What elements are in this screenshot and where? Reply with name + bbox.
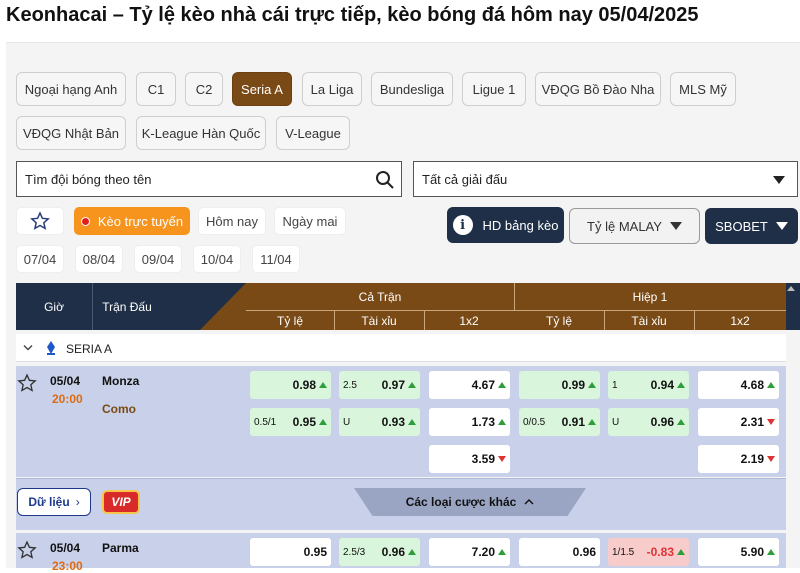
col-h1-handicap: Tỷ lệ <box>545 313 572 328</box>
odds-format-select[interactable]: Tỷ lệ MALAY <box>569 208 700 244</box>
match-date: 05/04 <box>50 541 81 555</box>
odds-cell[interactable]: 1 0.94 <box>608 371 689 399</box>
col-ft-over-under: Tài xỉu <box>361 313 397 328</box>
league-tab-seria-a[interactable]: Seria A <box>232 72 292 106</box>
league-tab-mls-my[interactable]: MLS Mỹ <box>670 72 736 106</box>
league-tab-vdqg-bo-dao-nha[interactable]: VĐQG Bồ Đào Nha <box>535 72 661 106</box>
caret-down-icon <box>669 222 682 230</box>
odds-cell[interactable]: 0/0.5 0.91 <box>519 408 600 436</box>
col-ft-1x2: 1x2 <box>459 313 479 328</box>
chevron-down-icon <box>773 176 785 184</box>
home-team: Monza <box>102 374 140 388</box>
odds-cell[interactable]: U 0.96 <box>608 408 689 436</box>
info-icon: i <box>452 215 473 235</box>
league-group-row[interactable] <box>16 334 786 362</box>
live-dot-icon <box>80 216 90 226</box>
tomorrow-filter[interactable]: Ngày mai <box>274 207 346 235</box>
date-tab[interactable]: 09/04 <box>134 245 182 273</box>
chevron-right-icon: › <box>75 495 80 509</box>
more-bets-label: Các loại cược khác <box>405 495 517 509</box>
odds-cell[interactable]: 1/1.5 -0.83 <box>608 538 689 566</box>
odds-cell[interactable]: 0.5/1 0.95 <box>250 408 331 436</box>
date-tab[interactable]: 11/04 <box>252 245 300 273</box>
league-tab-ngoai-hang-anh[interactable]: Ngoại hạng Anh <box>16 72 126 106</box>
odds-cell[interactable]: 2.31 <box>698 408 779 436</box>
date-tab[interactable]: 07/04 <box>16 245 64 273</box>
live-odds-filter[interactable]: Kèo trực tuyến <box>74 207 190 235</box>
league-tab-v-league[interactable]: V-League <box>276 116 350 150</box>
league-tab-ligue-1[interactable]: Ligue 1 <box>462 72 526 106</box>
star-icon <box>30 211 50 230</box>
odds-format-label: Tỷ lệ MALAY <box>587 218 662 234</box>
odds-cell[interactable]: 2.19 <box>698 445 779 473</box>
date-tab[interactable]: 10/04 <box>193 245 241 273</box>
favorite-star-button[interactable] <box>16 207 64 235</box>
bookmaker-select[interactable]: SBOBET <box>705 208 798 244</box>
header-slant <box>200 283 246 330</box>
odds-cell[interactable]: 7.20 <box>429 538 510 566</box>
odds-cell[interactable]: 4.68 <box>698 371 779 399</box>
live-odds-label: Kèo trực tuyến <box>97 213 184 229</box>
odds-cell[interactable]: 0.98 <box>250 371 331 399</box>
odds-cell[interactable]: 1.73 <box>429 408 510 436</box>
odds-cell[interactable]: 0.99 <box>519 371 600 399</box>
odds-cell[interactable]: 5.90 <box>698 538 779 566</box>
league-tab-c2[interactable]: C2 <box>185 72 223 106</box>
caret-down-icon <box>775 222 788 230</box>
col-full-match: Cả Trận <box>358 290 402 304</box>
match-data-button[interactable]: Dữ liệu › <box>17 488 91 516</box>
search-placeholder: Tìm đội bóng theo tên <box>25 171 152 187</box>
today-filter[interactable]: Hôm nay <box>198 207 266 235</box>
match-date: 05/04 <box>50 374 81 388</box>
odds-cell[interactable]: 0.96 <box>519 538 600 566</box>
league-tab-k-league[interactable]: K-League Hàn Quốc <box>136 116 266 150</box>
star-icon[interactable] <box>17 540 37 560</box>
odds-cell[interactable]: 4.67 <box>429 371 510 399</box>
match-data-label: Dữ liệu <box>28 495 70 509</box>
page-title: Keonhacai – Tỷ lệ kèo nhà cái trực tiếp,… <box>6 4 699 26</box>
league-select[interactable]: Tất cả giải đấu <box>413 161 798 197</box>
odds-cell[interactable]: U 0.93 <box>339 408 420 436</box>
vip-badge[interactable]: VIP <box>102 490 140 514</box>
col-match: Trận Đấu <box>102 299 152 314</box>
odds-cell[interactable]: 2.5 0.97 <box>339 371 420 399</box>
team-search-input[interactable]: Tìm đội bóng theo tên <box>16 161 402 197</box>
odds-cell[interactable]: 2.5/3 0.96 <box>339 538 420 566</box>
chevron-down-icon[interactable] <box>23 344 33 352</box>
home-team: Parma <box>102 541 139 555</box>
league-tab-c1[interactable]: C1 <box>136 72 176 106</box>
away-team: Como <box>102 402 136 416</box>
chevron-up-icon <box>524 499 534 505</box>
odds-guide-button[interactable]: i HD bảng kèo <box>447 207 564 243</box>
league-tab-bundesliga[interactable]: Bundesliga <box>371 72 453 106</box>
col-ft-handicap: Tỷ lệ <box>276 313 303 328</box>
match-time: 20:00 <box>52 392 83 406</box>
star-icon[interactable] <box>17 373 37 393</box>
col-h1-over-under: Tài xỉu <box>631 313 667 328</box>
league-group-name: SERIA A <box>66 342 113 356</box>
scroll-up-icon[interactable] <box>787 286 795 291</box>
league-tab-vdqg-nhat-ban[interactable]: VĐQG Nhật Bản <box>16 116 126 150</box>
odds-cell[interactable]: 0.95 <box>250 538 331 566</box>
league-tab-la-liga[interactable]: La Liga <box>302 72 362 106</box>
col-half1: Hiệp 1 <box>632 290 668 304</box>
serie-a-logo-icon <box>47 341 55 355</box>
league-select-value: Tất cả giải đấu <box>422 171 508 187</box>
col-h1-1x2: 1x2 <box>730 313 750 328</box>
more-bets-button[interactable]: Các loại cược khác <box>354 488 586 516</box>
col-time: Giờ <box>44 299 64 314</box>
odds-guide-label: HD bảng kèo <box>482 217 559 233</box>
date-tab[interactable]: 08/04 <box>75 245 123 273</box>
bookmaker-label: SBOBET <box>715 218 768 234</box>
search-icon <box>376 171 394 189</box>
match-time: 23:00 <box>52 559 83 573</box>
odds-cell[interactable]: 3.59 <box>429 445 510 473</box>
